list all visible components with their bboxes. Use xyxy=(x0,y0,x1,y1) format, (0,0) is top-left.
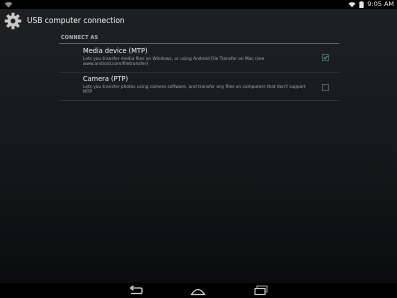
status-indicators: 9:05 AM xyxy=(348,0,394,9)
wifi-icon xyxy=(348,2,356,8)
section-header: CONNECT AS xyxy=(61,35,99,41)
section-divider xyxy=(59,43,339,44)
status-bar: 9:05 AM xyxy=(0,0,397,9)
option-title: Media device (MTP) xyxy=(83,47,148,55)
settings-content: CONNECT AS Media device (MTP) Lets you t… xyxy=(0,33,397,283)
item-divider xyxy=(59,72,339,73)
wifi-icon xyxy=(4,1,13,8)
battery-icon xyxy=(359,1,364,8)
ptp-checkbox[interactable] xyxy=(322,84,329,91)
navigation-bar xyxy=(0,283,397,298)
settings-gear-icon[interactable] xyxy=(4,12,22,30)
option-camera-ptp[interactable]: Camera (PTP) Lets you transfer photos us… xyxy=(59,75,339,99)
item-divider xyxy=(59,100,339,101)
mtp-checkbox[interactable] xyxy=(322,54,329,61)
option-summary: Lets you transfer photos using camera so… xyxy=(83,85,306,96)
back-icon[interactable] xyxy=(128,285,144,296)
option-summary: Lets you transfer media files on Windows… xyxy=(83,57,265,68)
option-media-device-mtp[interactable]: Media device (MTP) Lets you transfer med… xyxy=(59,47,339,71)
page-title: USB computer connection xyxy=(27,16,125,25)
status-time: 9:05 AM xyxy=(367,0,394,8)
recents-icon[interactable] xyxy=(253,285,269,296)
home-icon[interactable] xyxy=(190,285,206,296)
action-bar: USB computer connection xyxy=(0,9,397,33)
option-title: Camera (PTP) xyxy=(83,75,129,83)
